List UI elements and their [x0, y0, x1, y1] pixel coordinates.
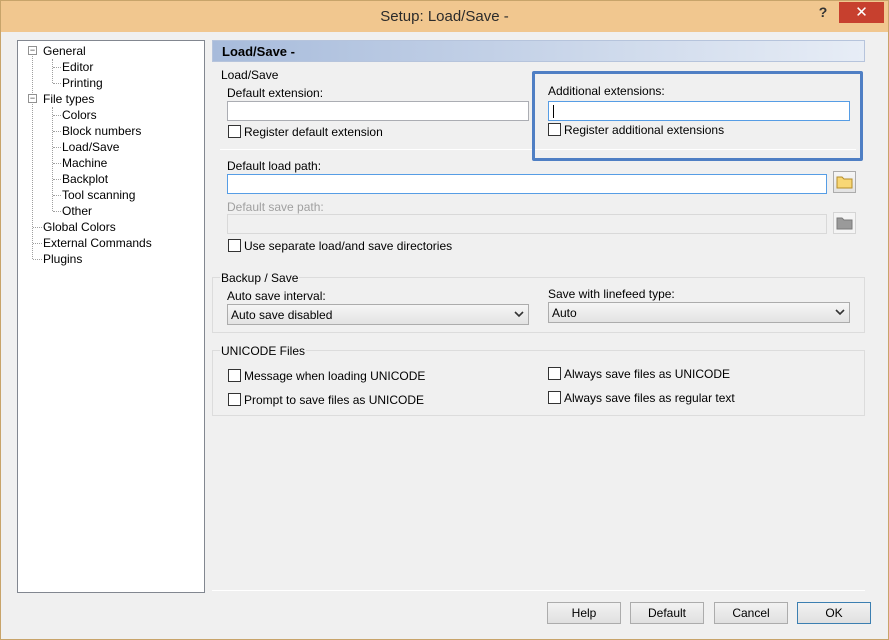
tree-item-other[interactable]: Other [62, 203, 92, 219]
page-header: Load/Save - [212, 40, 865, 62]
always-save-unicode-label: Always save files as UNICODE [564, 367, 731, 381]
message-loading-unicode-checkbox[interactable] [228, 369, 241, 382]
backup-save-group-label: Backup / Save [220, 271, 300, 285]
tree-connector [53, 163, 61, 164]
tree-connector [33, 259, 42, 260]
tree-connector [33, 227, 42, 228]
tree-connector [53, 179, 61, 180]
register-default-extension-label: Register default extension [244, 125, 383, 139]
linefeed-type-label: Save with linefeed type: [548, 287, 675, 301]
collapse-icon[interactable]: − [28, 94, 37, 103]
auto-save-interval-value: Auto save disabled [231, 308, 333, 322]
auto-save-interval-select[interactable]: Auto save disabled [227, 304, 529, 325]
tree-connector [53, 147, 61, 148]
tree-item-file-types[interactable]: File types [43, 91, 94, 107]
window-title: Setup: Load/Save - [380, 8, 509, 25]
folder-icon [836, 217, 853, 230]
tree-item-printing[interactable]: Printing [62, 75, 103, 91]
always-save-regular-label: Always save files as regular text [564, 391, 735, 405]
default-save-path-input [227, 214, 827, 234]
default-save-path-label: Default save path: [227, 200, 324, 214]
tree-item-tool-scanning[interactable]: Tool scanning [62, 187, 135, 203]
linefeed-type-value: Auto [552, 306, 577, 320]
tree-connector [53, 67, 61, 68]
help-button[interactable]: Help [547, 602, 621, 624]
chevron-down-icon [835, 309, 845, 316]
bottom-separator [212, 590, 865, 591]
browse-save-path-button [833, 212, 856, 234]
cancel-button[interactable]: Cancel [714, 602, 788, 624]
ok-button[interactable]: OK [797, 602, 871, 624]
tree-connector [33, 243, 42, 244]
tree-connector [53, 211, 61, 212]
setup-dialog: Setup: Load/Save - ? ✕ − General Editor … [0, 0, 889, 640]
default-extension-label: Default extension: [227, 86, 324, 100]
title-bar[interactable]: Setup: Load/Save - ? ✕ [1, 1, 888, 32]
highlight-annotation [532, 71, 863, 161]
load-save-group-label: Load/Save [220, 68, 280, 82]
tree-connector [53, 83, 61, 84]
default-button[interactable]: Default [630, 602, 704, 624]
tree-item-general[interactable]: General [43, 43, 86, 59]
linefeed-type-select[interactable]: Auto [548, 302, 850, 323]
tree-item-plugins[interactable]: Plugins [43, 251, 82, 267]
prompt-save-unicode-label: Prompt to save files as UNICODE [244, 393, 425, 407]
prompt-save-unicode-checkbox[interactable] [228, 393, 241, 406]
tree-item-global-colors[interactable]: Global Colors [43, 219, 116, 235]
help-icon[interactable]: ? [813, 4, 833, 24]
tree-item-load-save[interactable]: Load/Save [62, 139, 119, 155]
auto-save-interval-label: Auto save interval: [227, 289, 326, 303]
tree-connector [53, 131, 61, 132]
folder-icon [836, 176, 853, 189]
separate-directories-checkbox[interactable] [228, 239, 241, 252]
tree-connector [52, 59, 53, 83]
tree-item-block-numbers[interactable]: Block numbers [62, 123, 141, 139]
tree-item-machine[interactable]: Machine [62, 155, 107, 171]
tree-item-backplot[interactable]: Backplot [62, 171, 108, 187]
tree-item-external-commands[interactable]: External Commands [43, 235, 152, 251]
collapse-icon[interactable]: − [28, 46, 37, 55]
tree-item-colors[interactable]: Colors [62, 107, 97, 123]
chevron-down-icon [514, 311, 524, 318]
page-title: Load/Save - [222, 44, 295, 59]
always-save-unicode-checkbox[interactable] [548, 367, 561, 380]
always-save-regular-checkbox[interactable] [548, 391, 561, 404]
register-default-extension-checkbox[interactable] [228, 125, 241, 138]
message-loading-unicode-label: Message when loading UNICODE [244, 369, 426, 383]
tree-connector [53, 195, 61, 196]
browse-load-path-button[interactable] [833, 171, 856, 193]
close-button[interactable]: ✕ [839, 2, 884, 23]
default-extension-input[interactable] [227, 101, 529, 121]
settings-tree[interactable]: − General Editor Printing − File types C… [17, 40, 205, 593]
unicode-files-group-label: UNICODE Files [220, 344, 307, 358]
tree-connector [53, 115, 61, 116]
tree-item-editor[interactable]: Editor [62, 59, 93, 75]
default-load-path-input[interactable] [227, 174, 827, 194]
separate-directories-label: Use separate load/and save directories [244, 239, 453, 253]
default-load-path-label: Default load path: [227, 159, 322, 173]
